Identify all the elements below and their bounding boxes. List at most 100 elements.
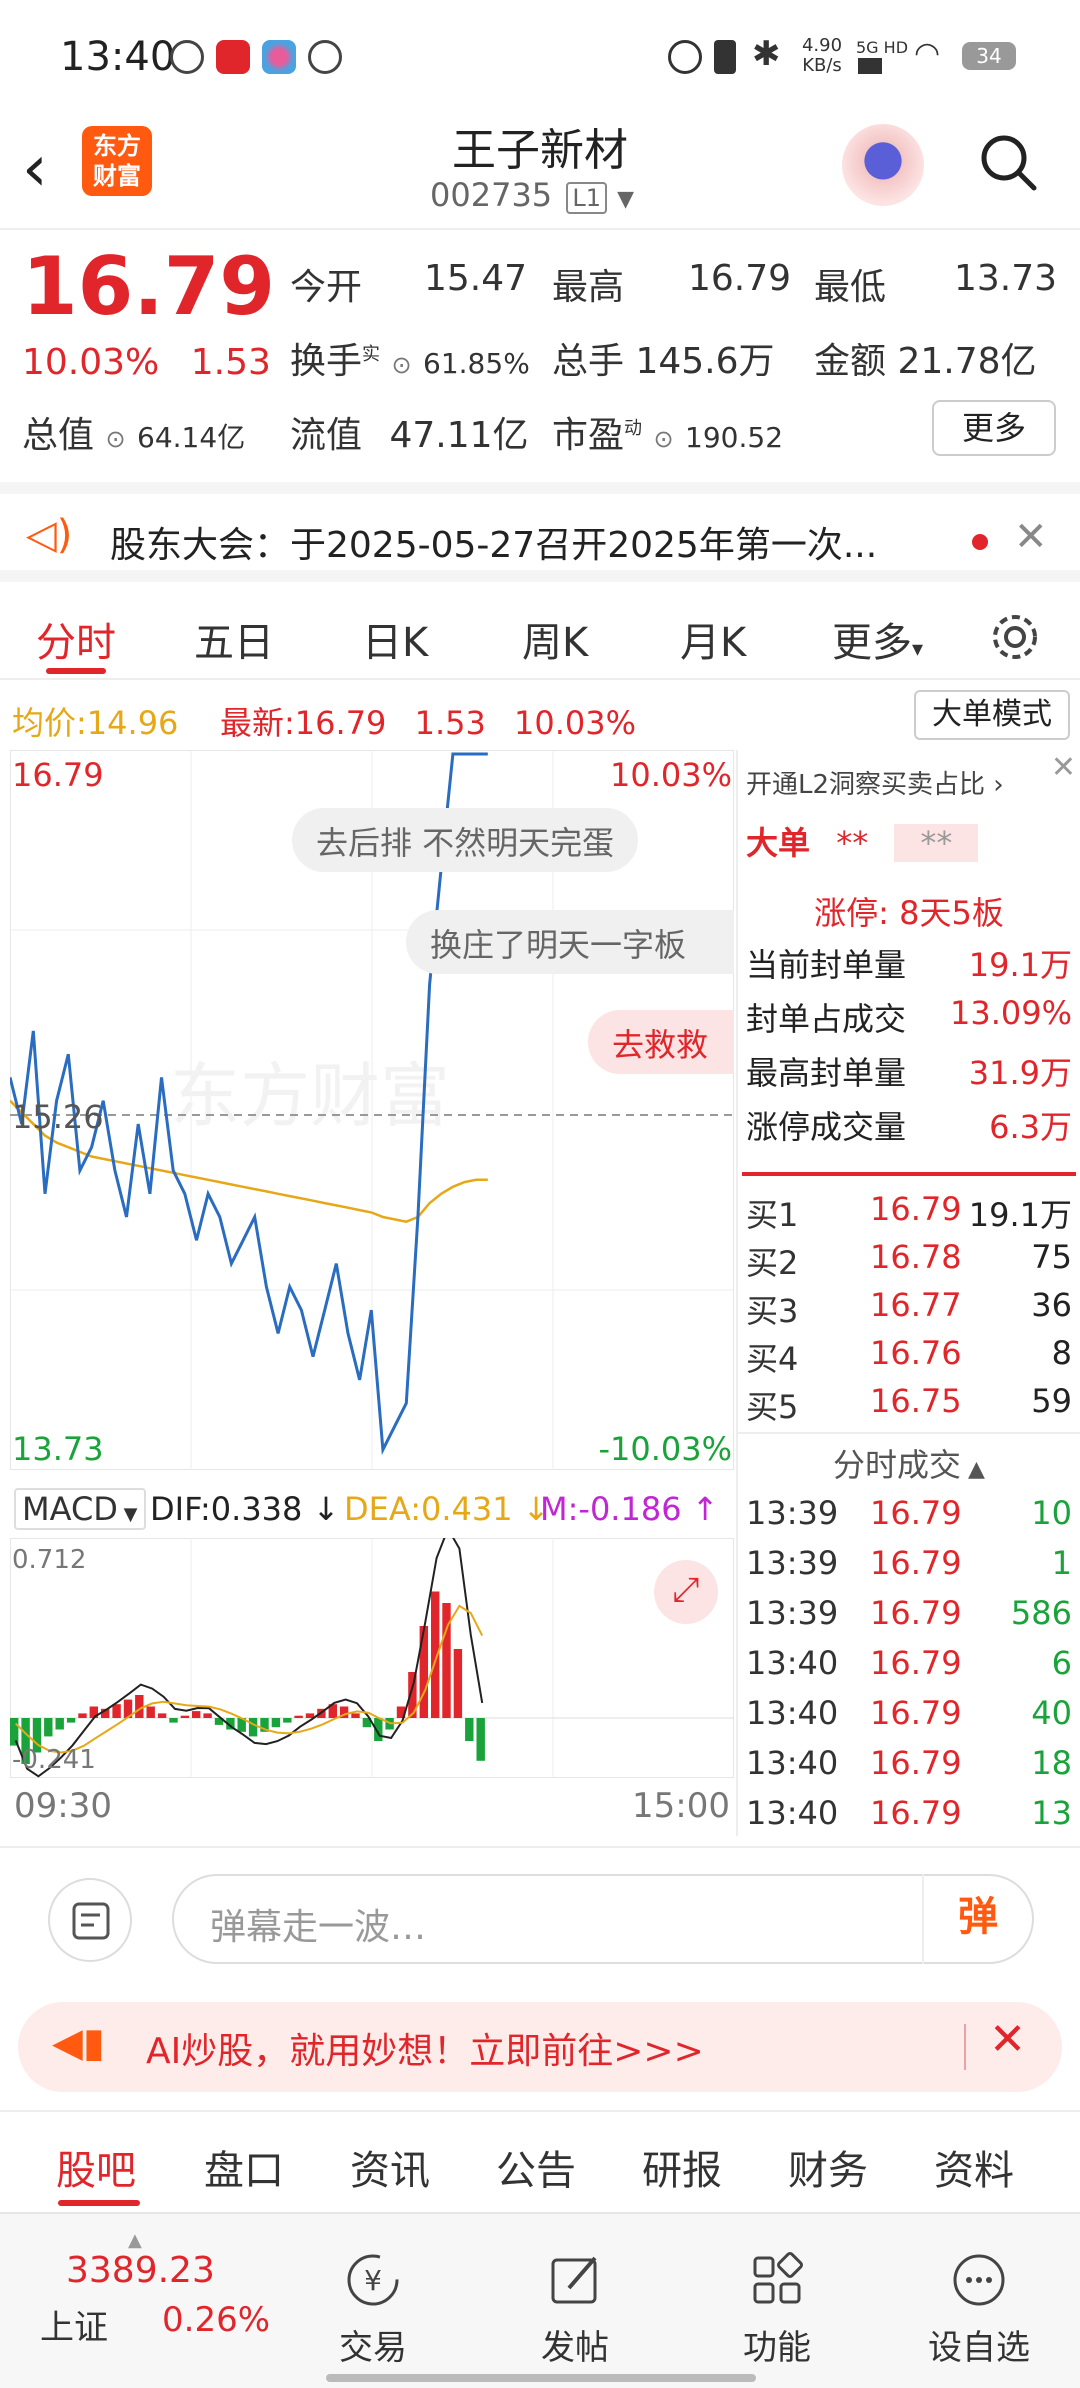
limit-up-count: 涨停: 8天5板 xyxy=(814,894,1004,932)
danmu-input[interactable]: 弹幕走一波… 弹 xyxy=(172,1874,1034,1964)
macd-bar xyxy=(192,1711,201,1718)
tab-research[interactable]: 研报 xyxy=(642,2138,722,2196)
trade-yen-icon: ¥ xyxy=(347,2254,399,2306)
bid-qty: 36 xyxy=(1031,1286,1072,1324)
info-icon[interactable]: ⊙ xyxy=(391,351,411,379)
index-pct: 0.26% xyxy=(162,2300,271,2340)
bluetooth-icon: ✱ xyxy=(752,34,781,74)
macd-y-tick-high: 0.712 xyxy=(12,1545,86,1575)
info-line: 均价:14.96 最新:16.79 1.53 10.03% 大单模式 xyxy=(0,690,1080,750)
info-icon[interactable]: ⊙ xyxy=(653,425,673,453)
open-field: 今开 xyxy=(290,258,362,310)
trade-qty: 10 xyxy=(1031,1494,1072,1532)
settings-gear-icon[interactable] xyxy=(988,610,1042,664)
header: ‹ 东方 财富 王子新材 002735 L1 ▼ xyxy=(0,110,1080,230)
macd-bar xyxy=(465,1718,474,1741)
more-button[interactable]: 更多 xyxy=(932,400,1056,456)
l2-promo-text: 开通L2洞察买卖占比 xyxy=(746,770,986,800)
assistant-robot-icon[interactable] xyxy=(842,124,924,206)
danmu-settings-icon[interactable] xyxy=(48,1878,132,1962)
stat-value: 19.1万 xyxy=(968,946,1072,984)
trade-qty: 40 xyxy=(1031,1694,1072,1732)
notice-bar[interactable]: ◁) 股东大会：于2025-05-27召开2025年第一次... ✕ xyxy=(0,482,1080,582)
signal-icon xyxy=(858,58,898,74)
tab-weekly-k[interactable]: 周K xyxy=(522,610,588,668)
macd-bar xyxy=(419,1626,428,1718)
y-tick-low: 13.73 xyxy=(12,1430,104,1468)
tab-more[interactable]: 更多▾ xyxy=(832,610,923,668)
tab-news[interactable]: 资讯 xyxy=(350,2138,430,2196)
macd-bar xyxy=(283,1718,292,1723)
bid-qty: 8 xyxy=(1051,1334,1072,1372)
app-notification-icon xyxy=(308,40,342,74)
danmu-bubble: 去后排 不然明天完蛋 xyxy=(292,808,639,872)
nav-add-watchlist[interactable]: 设自选 xyxy=(914,2250,1044,2369)
bid-row: 买1 16.79 19.1万 xyxy=(746,1190,1072,1236)
battery-icon: 34 xyxy=(962,42,1016,70)
tab-more-label: 更多 xyxy=(832,620,912,666)
high-value: 16.79 xyxy=(688,258,792,299)
search-icon[interactable] xyxy=(978,132,1038,192)
tab-orderbook[interactable]: 盘口 xyxy=(204,2138,284,2196)
avg-value: 14.96 xyxy=(86,704,179,742)
danmu-send-button[interactable]: 弹 xyxy=(922,1874,1032,1964)
macd-y-tick-low: -0.241 xyxy=(12,1745,96,1775)
y-tick-mid: 15.26 xyxy=(12,1098,104,1136)
float-label: 流值 xyxy=(290,415,363,456)
close-icon[interactable]: ✕ xyxy=(1014,514,1048,560)
intraday-chart[interactable]: 东方财富 16.79 15.26 13.73 10.03% -10.03% 去后… xyxy=(8,749,735,1471)
close-icon[interactable]: ✕ xyxy=(1051,750,1076,785)
index-name: 上证 xyxy=(40,2308,108,2348)
macd-bar xyxy=(112,1704,121,1718)
macd-bar xyxy=(78,1713,87,1718)
ai-banner-text: AI炒股，就用妙想！立即前往>>> xyxy=(146,2031,704,2072)
edit-post-icon xyxy=(551,2256,597,2304)
change-row: 10.03% 1.53 xyxy=(22,342,271,383)
close-icon[interactable]: ✕ xyxy=(989,2014,1026,2065)
macd-bar xyxy=(135,1695,144,1718)
nav-trade[interactable]: ¥ 交易 xyxy=(308,2250,438,2369)
more-dots-icon xyxy=(953,2254,1005,2306)
tab-financials[interactable]: 财务 xyxy=(788,2138,868,2196)
trade-time: 13:40 xyxy=(746,1644,839,1682)
tab-forum[interactable]: 股吧 xyxy=(56,2138,136,2196)
tab-monthly-k[interactable]: 月K xyxy=(680,610,746,668)
wifi-icon: ◠ xyxy=(914,36,941,71)
volume-field: 总手 145.6万 xyxy=(552,332,775,384)
nav-functions[interactable]: 功能 xyxy=(712,2250,842,2369)
trade-time: 13:39 xyxy=(746,1594,839,1632)
ai-banner[interactable]: ◀▮ AI炒股，就用妙想！立即前往>>> ✕ xyxy=(18,2002,1062,2092)
turnover-label-text: 换手 xyxy=(290,341,363,382)
bid-row: 买3 16.77 36 xyxy=(746,1286,1072,1332)
l2-promo[interactable]: 开通L2洞察买卖占比 › xyxy=(746,764,1072,801)
limit-stat-row: 涨停成交量 6.3万 xyxy=(746,1102,1072,1148)
pe-value: 190.52 xyxy=(685,421,784,454)
latest-price: 最新:16.79 1.53 10.03% xyxy=(220,698,636,744)
stat-value: 31.9万 xyxy=(968,1054,1072,1092)
bid-qty: 19.1万 xyxy=(968,1196,1072,1234)
info-icon[interactable]: ⊙ xyxy=(105,425,125,453)
tab-profile[interactable]: 资料 xyxy=(934,2138,1014,2196)
tab-five-day[interactable]: 五日 xyxy=(194,610,274,668)
macd-panel[interactable]: MACD ▼ DIF:0.338 ↓ DEA:0.431 ↓ M:-0.186 … xyxy=(10,1480,734,1830)
bid-level: 买4 xyxy=(746,1340,799,1378)
stock-code-row[interactable]: 002735 L1 ▼ xyxy=(430,176,634,214)
macd-bar xyxy=(55,1718,64,1730)
alarm-icon xyxy=(668,40,702,74)
trade-row: 13:40 16.79 40 xyxy=(746,1694,1072,1732)
macd-bar xyxy=(146,1706,155,1718)
trade-row: 13:40 16.79 6 xyxy=(746,1644,1072,1682)
macd-selector[interactable]: MACD ▼ xyxy=(14,1488,146,1530)
tab-intraday[interactable]: 分时 xyxy=(36,610,116,668)
tab-daily-k[interactable]: 日K xyxy=(362,610,428,668)
trades-title[interactable]: 分时成交 ▲ xyxy=(746,1440,1072,1486)
big-order-row: 大单 ** ** xyxy=(746,818,1072,864)
nav-post[interactable]: 发帖 xyxy=(510,2250,640,2369)
tab-announcements[interactable]: 公告 xyxy=(496,2138,576,2196)
change-value: 1.53 xyxy=(190,342,271,383)
expand-icon[interactable]: ⤢ xyxy=(654,1560,718,1624)
macd-legend: MACD ▼ DIF:0.338 ↓ DEA:0.431 ↓ M:-0.186 … xyxy=(10,1480,734,1536)
net-speed: 4.90 KB/s xyxy=(801,35,843,76)
trades-title-text: 分时成交 xyxy=(833,1446,962,1484)
big-order-mode-button[interactable]: 大单模式 xyxy=(914,690,1070,740)
